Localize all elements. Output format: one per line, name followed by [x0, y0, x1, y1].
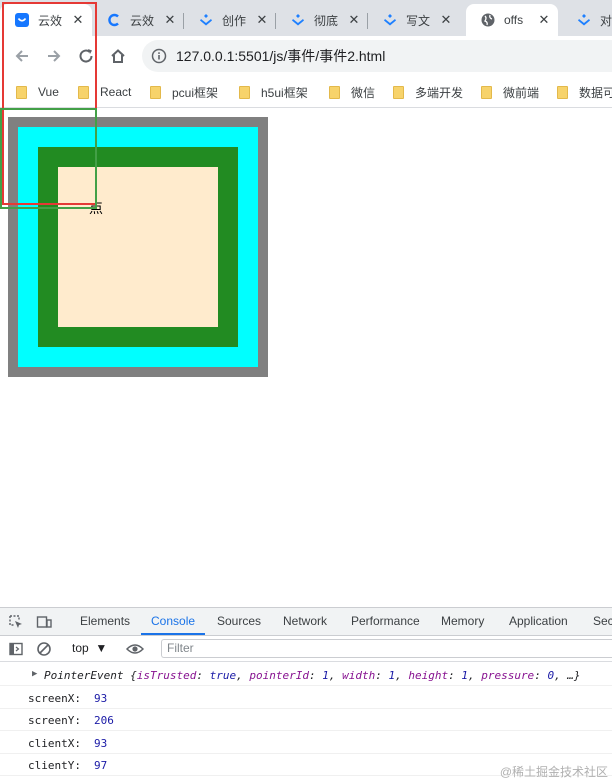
console-filter-input[interactable]: Filter	[161, 639, 612, 658]
console-toolbar: top ▼ Filter	[0, 636, 612, 662]
console-log-screeny: screenY: 206	[0, 709, 612, 731]
tab-title: 云效	[130, 13, 155, 28]
devtools-tab-sources[interactable]: Sources	[217, 608, 261, 635]
tab-write[interactable]: 写文 ✕	[368, 4, 460, 36]
tab-title: 写文	[406, 13, 431, 28]
folder-icon	[481, 85, 492, 99]
devtools-tab-console[interactable]: Console	[141, 608, 206, 635]
bookmark-h5ui[interactable]: h5ui框架	[239, 82, 308, 102]
globe-icon	[480, 12, 496, 28]
sidebar-toggle-icon[interactable]	[8, 641, 24, 657]
home-icon[interactable]	[106, 44, 130, 68]
clear-console-icon[interactable]	[36, 641, 52, 657]
event-object-preview: PointerEvent {isTrusted: true, pointerId…	[44, 669, 581, 682]
close-icon[interactable]: ✕	[254, 12, 270, 28]
devtools-tab-security[interactable]: Sec	[593, 608, 612, 635]
juejin-icon	[198, 12, 214, 28]
tab-title: offs	[504, 13, 524, 27]
tab-compare[interactable]: 对比	[562, 4, 612, 36]
tab-create[interactable]: 创作 ✕	[184, 4, 276, 36]
eye-icon[interactable]	[126, 641, 144, 657]
juejin-icon	[576, 12, 592, 28]
dropdown-arrow-icon: ▼	[95, 641, 108, 655]
devtools-panel: Elements Console Sources Network Perform…	[0, 607, 612, 783]
bookmark-data[interactable]: 数据可	[557, 82, 612, 102]
bookmark-multi-end[interactable]: 多端开发	[393, 82, 463, 102]
devtools-tab-application[interactable]: Application	[509, 608, 568, 635]
devtools-tab-network[interactable]: Network	[283, 608, 327, 635]
tab-yunxiao-2[interactable]: 云效 ✕	[92, 4, 184, 36]
bookmark-pcui[interactable]: pcui框架	[150, 82, 218, 102]
tab-title: 创作	[222, 13, 247, 28]
close-icon[interactable]: ✕	[438, 12, 454, 28]
juejin-icon	[382, 12, 398, 28]
folder-icon	[393, 85, 404, 99]
devtools-tab-bar: Elements Console Sources Network Perform…	[0, 608, 612, 636]
annotation-green-rectangle	[0, 108, 97, 209]
device-toolbar-icon[interactable]	[36, 614, 52, 630]
folder-icon	[150, 85, 161, 99]
devtools-tab-performance[interactable]: Performance	[351, 608, 420, 635]
watermark: @稀土掘金技术社区	[499, 765, 608, 779]
tab-offset-active[interactable]: offs ✕	[466, 4, 558, 36]
address-bar[interactable]: 127.0.0.1:5501/js/事件/事件2.html	[142, 40, 612, 72]
devtools-tab-elements[interactable]: Elements	[80, 608, 130, 635]
folder-icon	[557, 85, 568, 99]
folder-icon	[239, 85, 250, 99]
bookmark-wechat[interactable]: 微信	[329, 82, 375, 102]
devtools-tab-memory[interactable]: Memory	[441, 608, 484, 635]
folder-icon	[329, 85, 340, 99]
context-selector[interactable]: top ▼	[72, 641, 107, 655]
info-icon[interactable]	[151, 48, 167, 64]
inspect-element-icon[interactable]	[8, 614, 24, 630]
yunxiao-c-icon	[106, 12, 122, 28]
url-text: 127.0.0.1:5501/js/事件/事件2.html	[176, 48, 386, 64]
console-log-screenx: screenX: 93	[0, 687, 612, 709]
bookmark-micro-frontend[interactable]: 微前端	[481, 82, 539, 102]
expand-triangle-icon[interactable]: ▶	[32, 669, 37, 679]
close-icon[interactable]: ✕	[536, 12, 552, 28]
close-icon[interactable]: ✕	[162, 12, 178, 28]
close-icon[interactable]: ✕	[346, 12, 362, 28]
tab-thorough[interactable]: 彻底 ✕	[276, 4, 368, 36]
tab-title: 彻底	[314, 13, 339, 28]
tab-title: 对比	[600, 13, 612, 28]
console-log-clientx: clientX: 93	[0, 732, 612, 754]
juejin-icon	[290, 12, 306, 28]
console-log-event[interactable]: ▶ PointerEvent {isTrusted: true, pointer…	[0, 664, 612, 686]
